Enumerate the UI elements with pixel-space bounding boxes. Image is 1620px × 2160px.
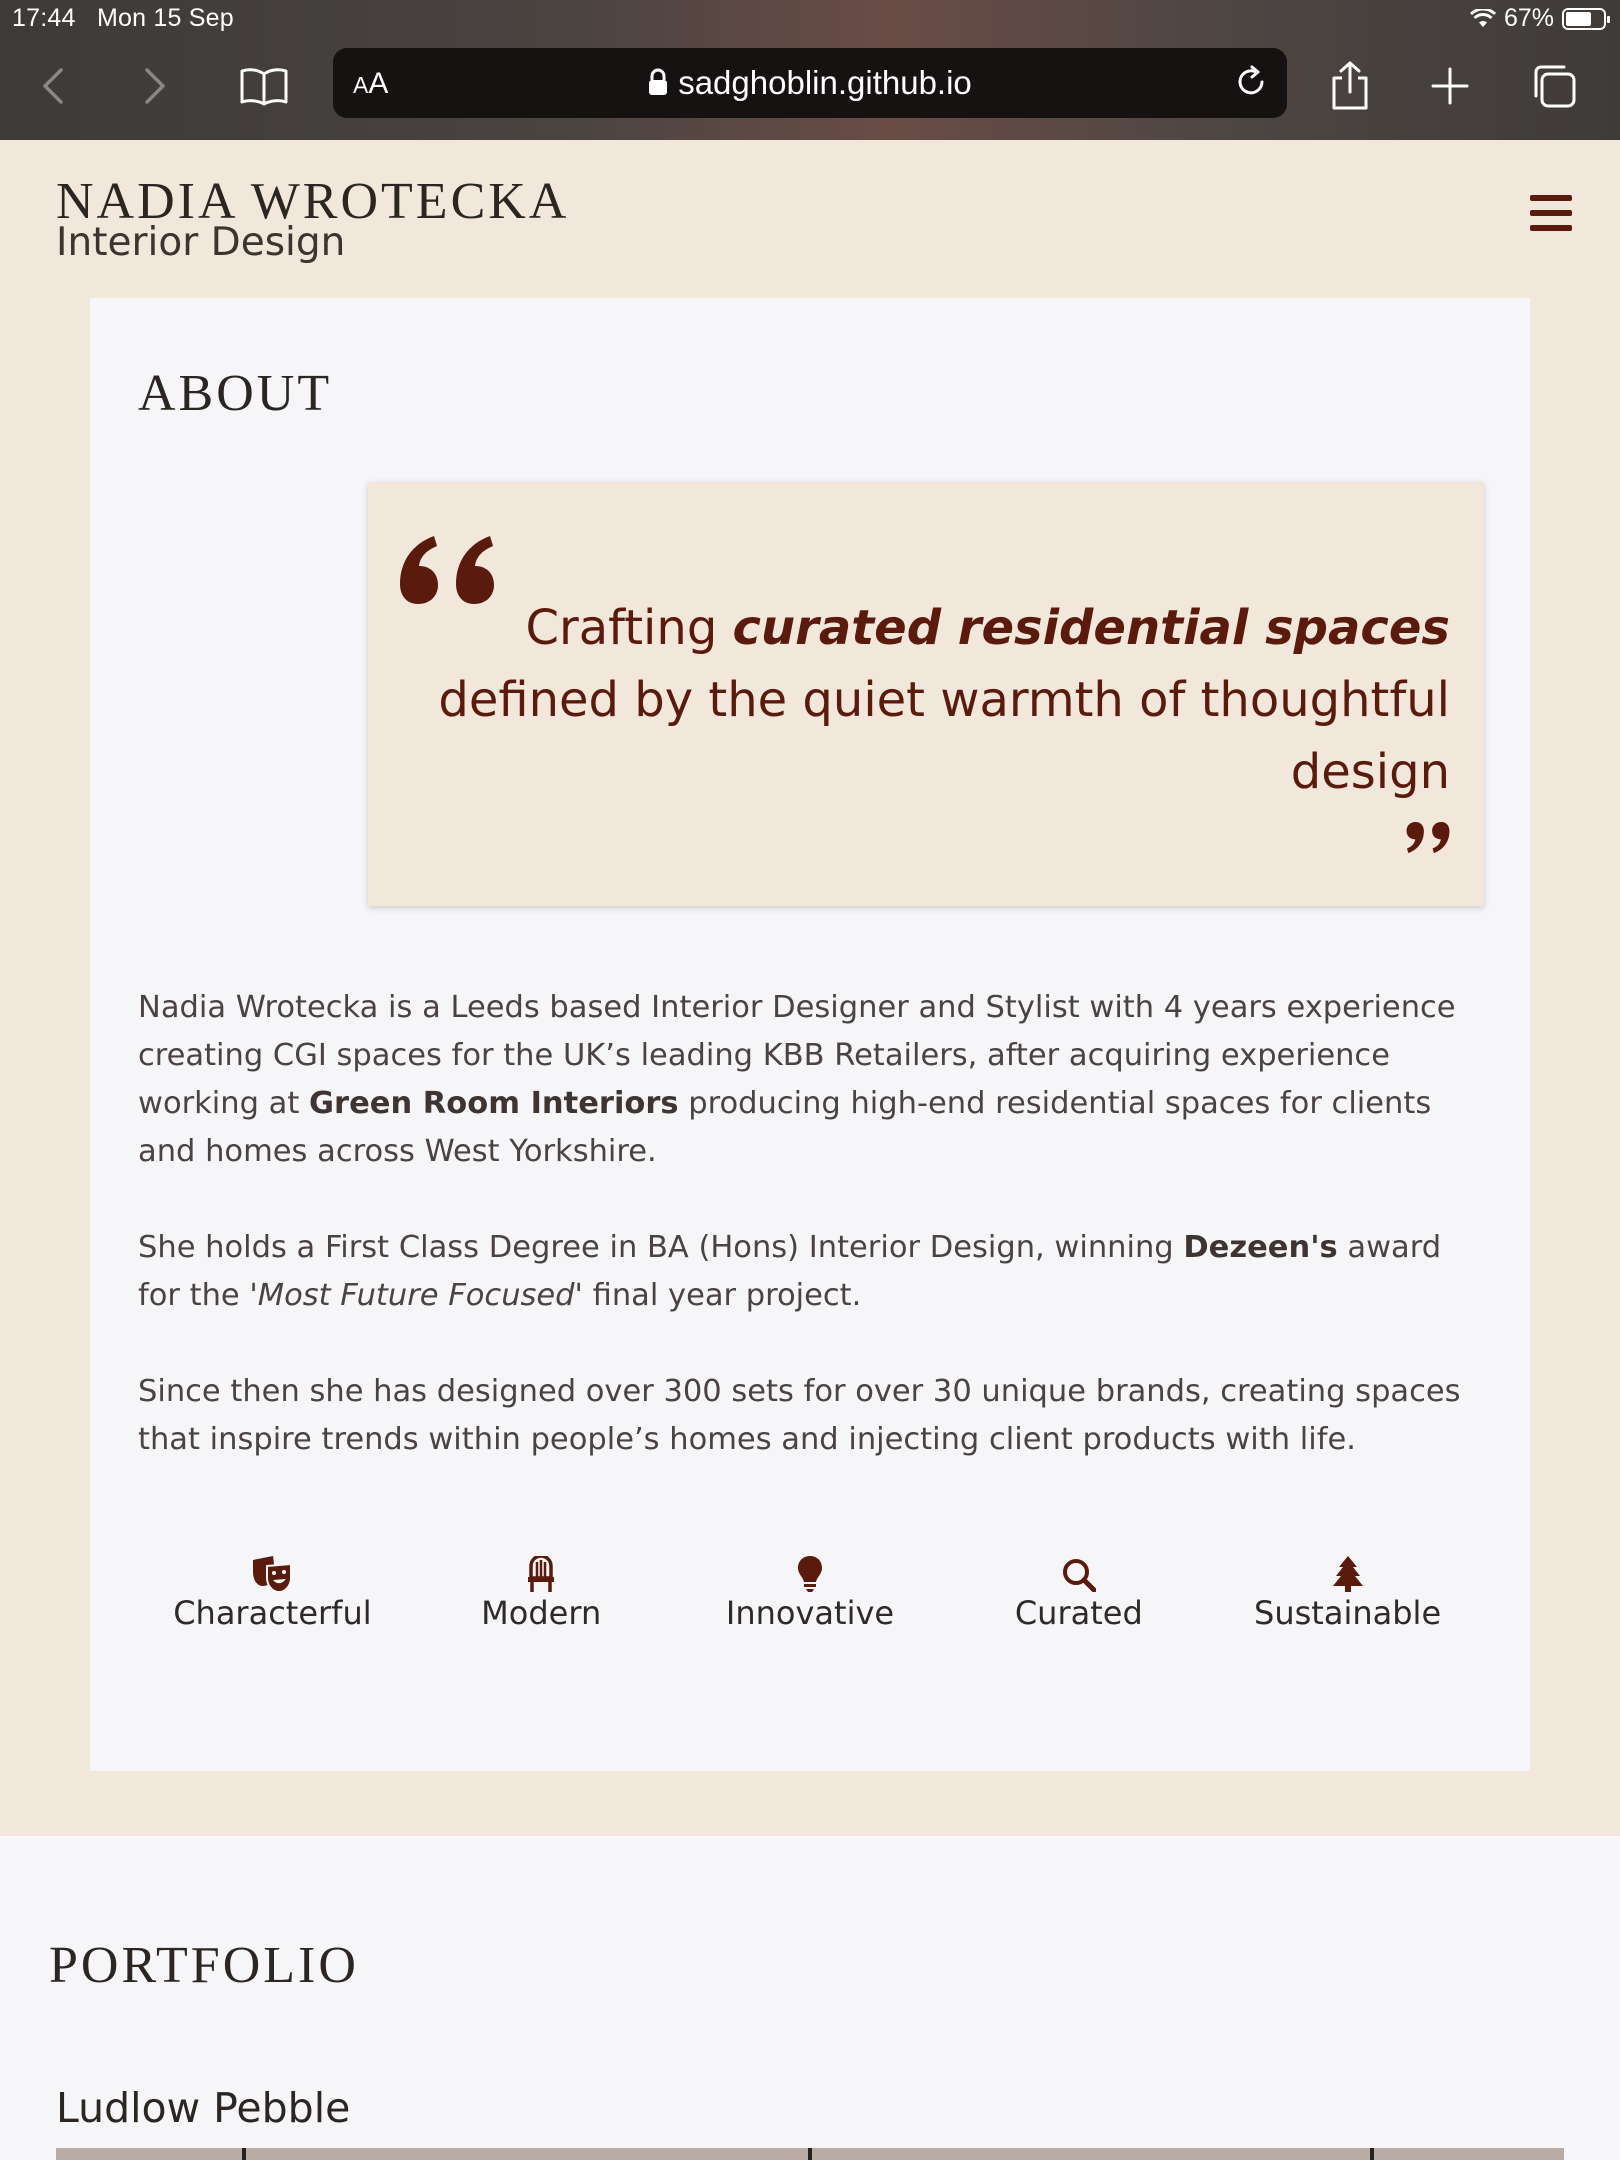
quote-close-icon [1406,822,1450,854]
image-divider [242,2148,246,2160]
about-section: ABOUT Crafting curated residential space… [0,298,1620,1836]
site-header: NADIA WROTECKA Interior Design [0,140,1620,298]
bio-text: Since then she has designed over 300 set… [138,1374,1461,1457]
bio-text: She holds a First Class Degree in BA (Ho… [138,1230,1184,1265]
value-innovative: Innovative [676,1548,945,1632]
url-display[interactable]: sadghoblin.github.io [333,64,1287,102]
tree-icon [1213,1548,1482,1592]
url-bar[interactable]: AA sadghoblin.github.io [333,48,1287,118]
url-text: sadghoblin.github.io [678,64,972,101]
project-image-strip[interactable] [56,2148,1564,2160]
chair-icon [407,1548,676,1592]
image-divider [808,2148,812,2160]
dezeen-award: Dezeen's [1183,1230,1338,1265]
project-title[interactable]: Ludlow Pebble [56,2084,350,2132]
back-icon[interactable] [26,58,82,114]
bio-paragraph-3: Since then she has designed over 300 set… [138,1368,1488,1464]
battery-icon [1562,7,1610,30]
share-icon[interactable] [1322,58,1378,114]
green-room-interiors: Green Room Interiors [309,1086,679,1121]
search-icon [944,1548,1213,1592]
forward-icon[interactable] [126,58,182,114]
bio-paragraph-2: She holds a First Class Degree in BA (Ho… [138,1224,1488,1320]
battery-percent: 67% [1503,4,1554,32]
bio-text: final year project. [582,1278,862,1313]
quote-text: Crafting curated residential spaces defi… [410,592,1450,808]
value-modern: Modern [407,1548,676,1632]
lightbulb-icon [676,1548,945,1592]
hamburger-menu-icon[interactable] [1530,195,1572,237]
status-indicators: 67% [1469,4,1610,33]
status-time-date: 17:44 Mon 15 Sep [12,4,234,33]
quote-emphasis: curated residential spaces [732,600,1450,656]
quote-box: Crafting curated residential spaces defi… [368,482,1484,906]
value-label: Sustainable [1254,1594,1442,1632]
quote-part2: defined by the quiet warmth of thoughtfu… [438,672,1450,800]
status-date: Mon 15 Sep [97,4,234,32]
theater-masks-icon [138,1548,407,1592]
value-characterful: Characterful [138,1548,407,1632]
bio-paragraph-1: Nadia Wrotecka is a Leeds based Interior… [138,984,1488,1176]
portfolio-title: PORTFOLIO [49,1937,359,1994]
reload-icon[interactable] [1231,62,1271,107]
value-label: Characterful [173,1594,372,1632]
bookmarks-icon[interactable] [236,58,292,114]
value-label: Curated [1014,1594,1143,1632]
wifi-icon [1469,8,1496,27]
value-curated: Curated [944,1548,1213,1632]
lock-icon [649,68,668,95]
image-divider [1370,2148,1374,2160]
status-time: 17:44 [12,4,76,32]
value-label: Modern [481,1594,602,1632]
quote-part1: Crafting [525,600,733,656]
tabs-icon[interactable] [1526,58,1582,114]
about-card: ABOUT Crafting curated residential space… [90,298,1530,1771]
value-sustainable: Sustainable [1213,1548,1482,1632]
project-award-name: 'Most Future Focused' [249,1278,583,1313]
new-tab-icon[interactable] [1422,58,1478,114]
values-row: Characterful Modern Innovative Curated S… [138,1548,1482,1632]
brand-subtitle[interactable]: Interior Design [56,220,345,265]
browser-chrome: 17:44 Mon 15 Sep 67% AA sadghoblin.githu… [0,0,1620,140]
about-title: ABOUT [138,365,333,422]
value-label: Innovative [725,1594,895,1632]
